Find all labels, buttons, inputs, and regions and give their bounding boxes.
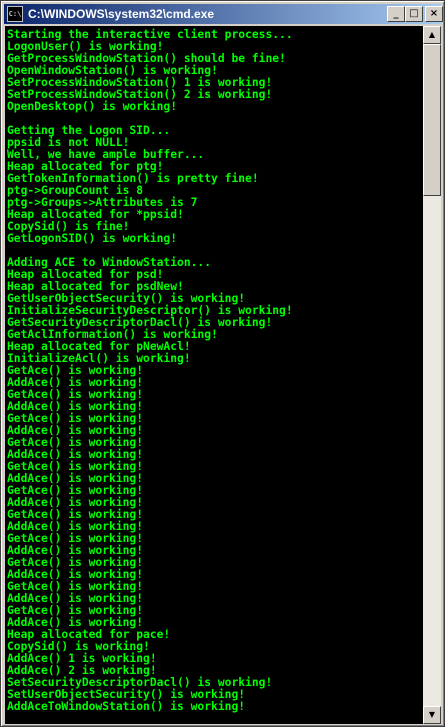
console-output-area[interactable]: Starting the interactive client process.… [5,26,423,724]
window-title: C:\WINDOWS\system32\cmd.exe [28,7,215,21]
title-bar[interactable]: C:\ C:\WINDOWS\system32\cmd.exe _ □ × [4,4,443,24]
console-line: AddAceToWindowStation() is working! [7,700,246,713]
minimize-button[interactable]: _ [387,6,405,22]
vertical-scrollbar[interactable]: ▲ ▼ [423,26,441,724]
console-line: GetLogonSID() is working! [7,232,178,245]
maximize-button[interactable]: □ [405,6,423,22]
console-line: OpenDesktop() is working! [7,100,178,113]
close-button[interactable]: × [425,6,443,22]
cmd-icon[interactable]: C:\ [7,6,23,22]
console-text: Starting the interactive client process.… [5,26,423,724]
cmd-window: C:\ C:\WINDOWS\system32\cmd.exe _ □ × St… [0,0,445,727]
scrollbar-thumb[interactable] [423,44,441,196]
scroll-up-button[interactable]: ▲ [423,26,441,44]
scroll-down-button[interactable]: ▼ [423,706,441,724]
